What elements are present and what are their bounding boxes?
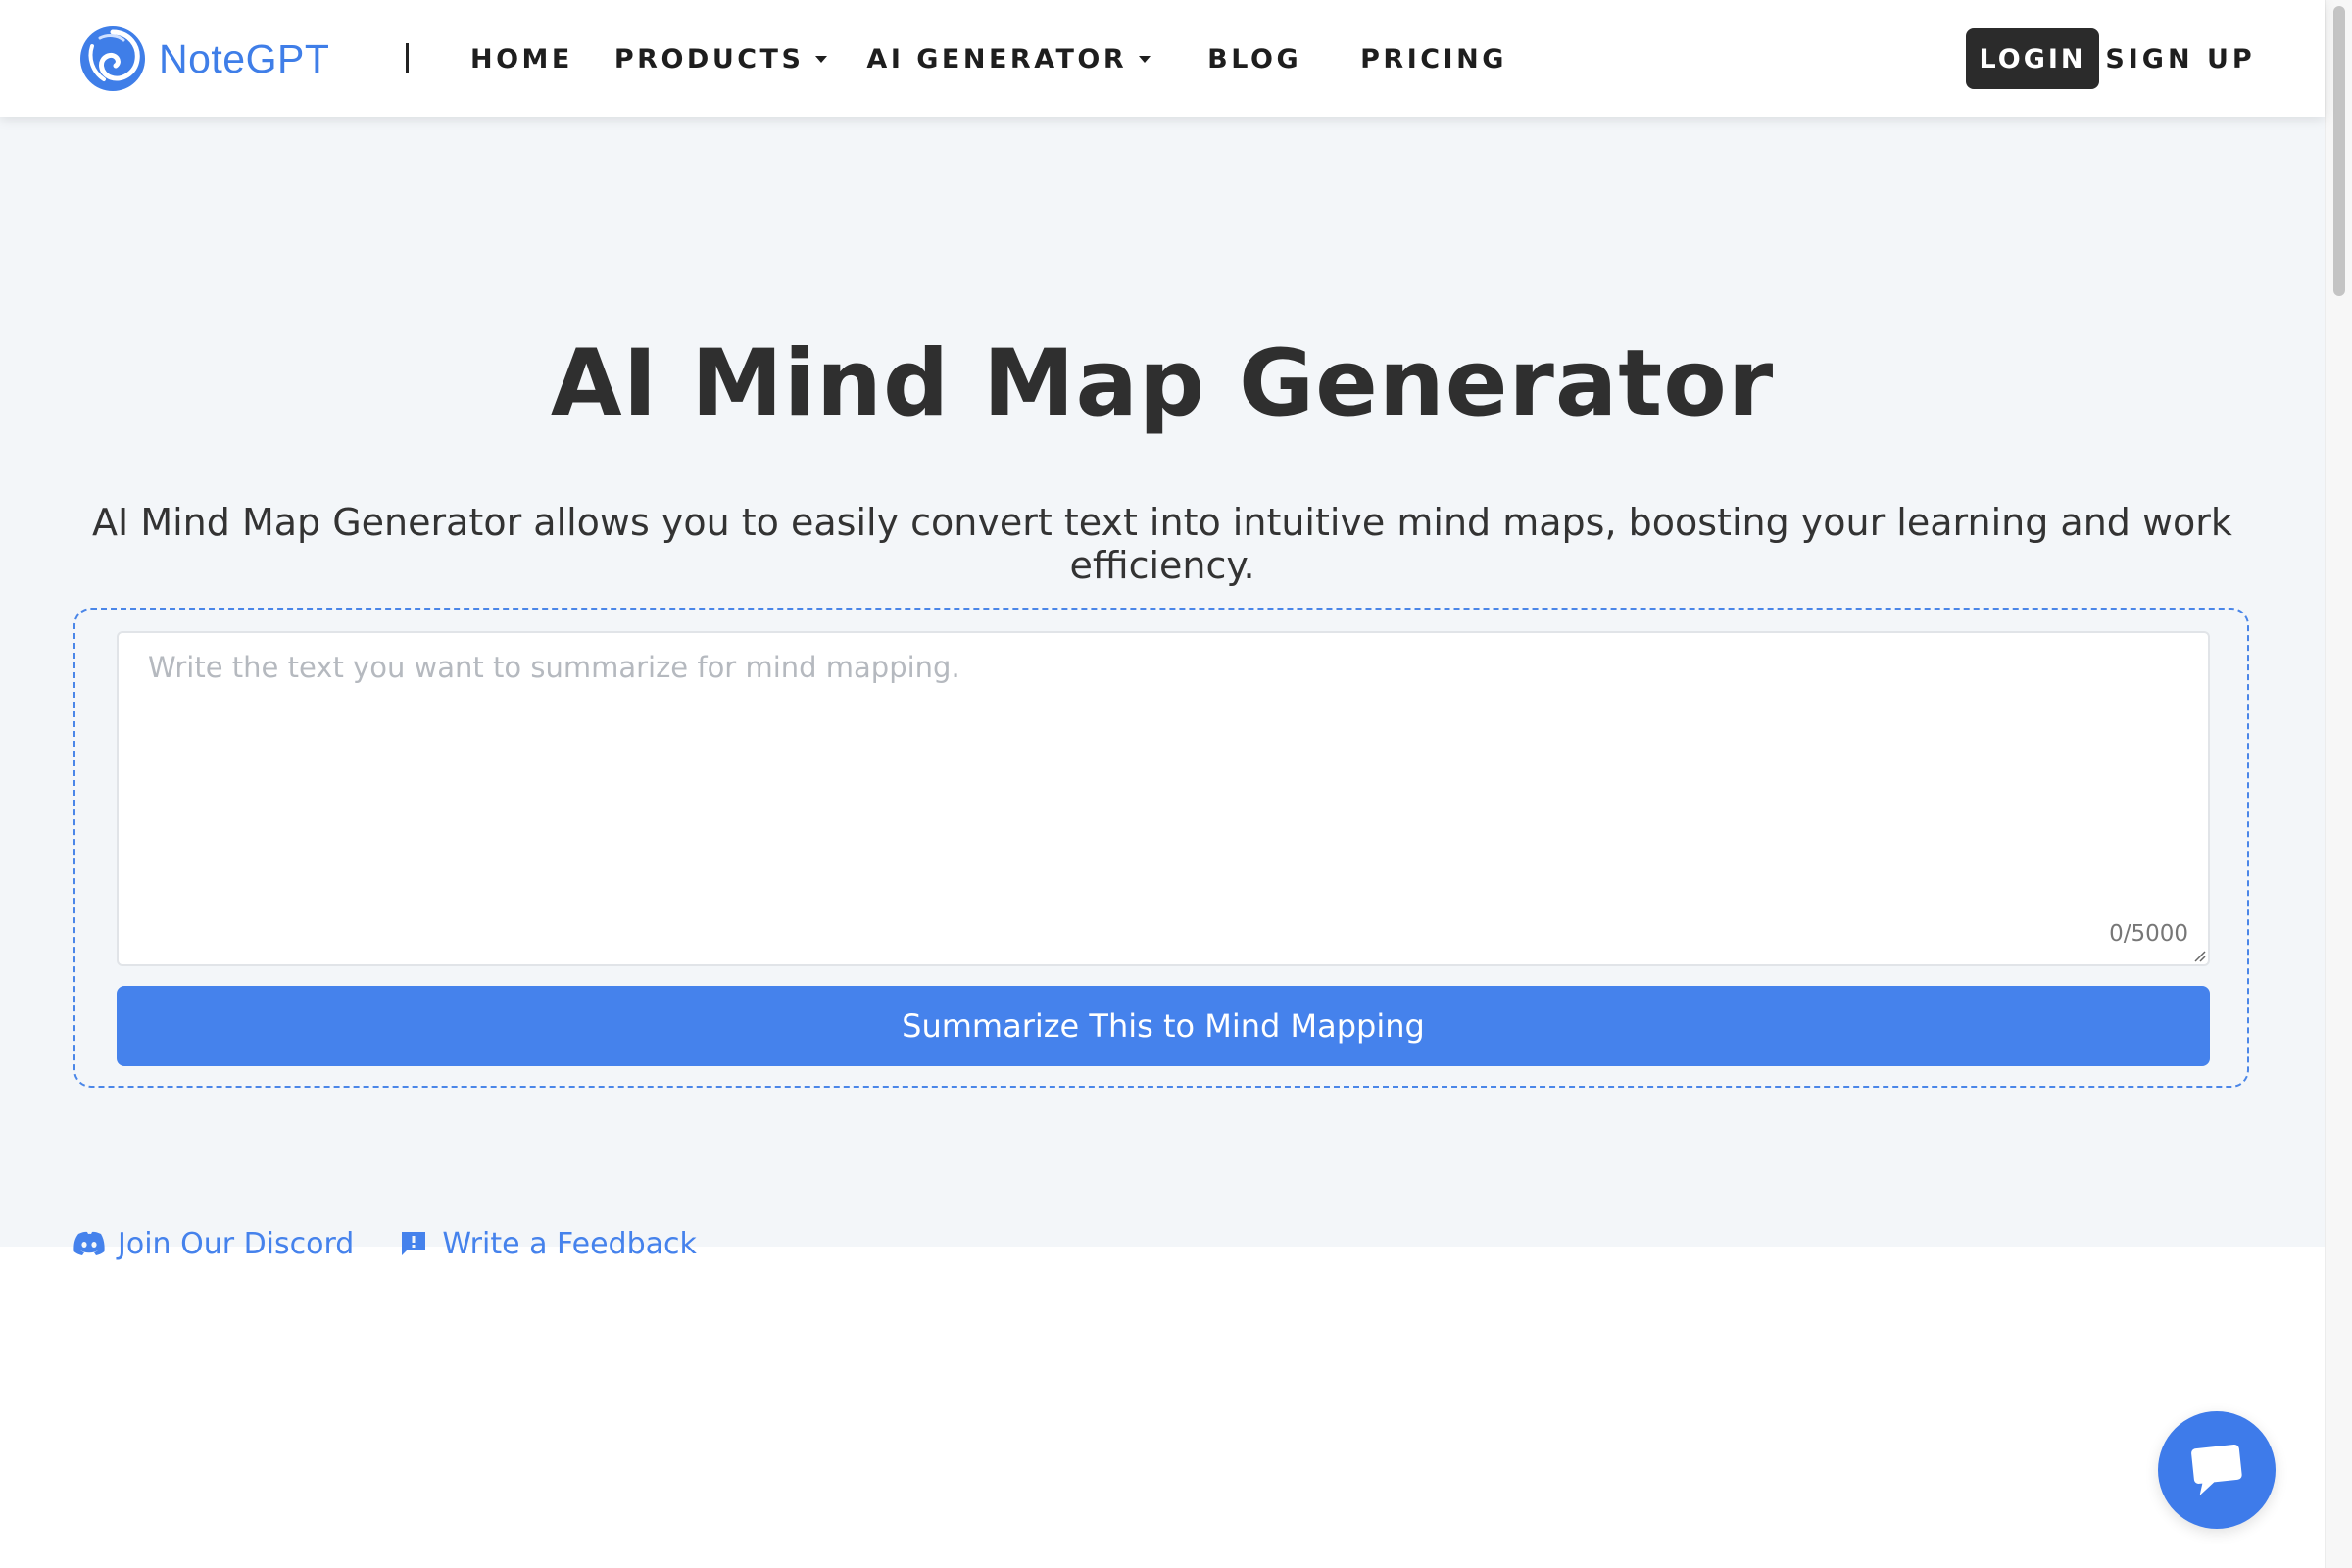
scrollbar-thumb[interactable] <box>2333 6 2345 296</box>
write-feedback-link[interactable]: Write a Feedback <box>397 1227 697 1261</box>
chat-bubble-icon <box>2191 1445 2242 1495</box>
character-counter: 0/5000 <box>2109 921 2188 947</box>
write-feedback-label: Write a Feedback <box>442 1226 697 1261</box>
nav-divider <box>406 43 409 74</box>
hero-section: AI Mind Map Generator AI Mind Map Genera… <box>0 117 2325 1261</box>
chat-button[interactable] <box>2158 1411 2276 1529</box>
resize-handle-icon[interactable] <box>2192 949 2206 962</box>
login-button[interactable]: LOGIN <box>1966 28 2099 89</box>
logo[interactable]: NoteGPT <box>78 24 329 93</box>
nav-ai-generator-label: AI GENERATOR <box>866 43 1128 74</box>
brand-name: NoteGPT <box>159 35 330 81</box>
signup-button[interactable]: SIGN UP <box>2105 28 2251 89</box>
nav-pricing[interactable]: PRICING <box>1360 44 1507 74</box>
nav-home[interactable]: HOME <box>470 44 573 74</box>
caret-down-icon <box>1139 55 1152 63</box>
main-nav: HOME PRODUCTS AI GENERATOR BLOG PRICING <box>470 37 1507 80</box>
summarize-button[interactable]: Summarize This to Mind Mapping <box>117 986 2210 1066</box>
notegpt-swirl-icon <box>80 26 145 91</box>
nav-products-label: PRODUCTS <box>613 43 805 74</box>
nav-products-dropdown[interactable]: PRODUCTS <box>614 44 828 74</box>
page: NoteGPT HOME PRODUCTS AI GENERATOR BLOG … <box>0 0 2352 1568</box>
discord-icon <box>74 1231 105 1255</box>
join-discord-label: Join Our Discord <box>118 1226 355 1261</box>
nav-blog[interactable]: BLOG <box>1207 44 1301 74</box>
text-input[interactable] <box>119 633 2208 964</box>
input-card: 0/5000 Summarize This to Mind Mapping <box>74 608 2249 1088</box>
nav-pricing-label: PRICING <box>1360 43 1507 74</box>
nav-blog-label: BLOG <box>1207 43 1302 74</box>
page-subtitle: AI Mind Map Generator allows you to easi… <box>92 501 2232 587</box>
text-input-box: 0/5000 <box>117 631 2210 966</box>
join-discord-link[interactable]: Join Our Discord <box>73 1227 354 1261</box>
nav-ai-generator-dropdown[interactable]: AI GENERATOR <box>866 43 1152 74</box>
nav-home-label: HOME <box>470 43 573 74</box>
community-links: Join Our Discord Write a Feedback <box>73 1222 697 1265</box>
caret-down-icon <box>815 55 828 63</box>
page-scrollbar[interactable] <box>2325 0 2352 1568</box>
feedback-icon <box>402 1232 426 1255</box>
top-nav-bar: NoteGPT HOME PRODUCTS AI GENERATOR BLOG … <box>0 0 2325 117</box>
page-title: AI Mind Map Generator <box>550 330 1775 437</box>
